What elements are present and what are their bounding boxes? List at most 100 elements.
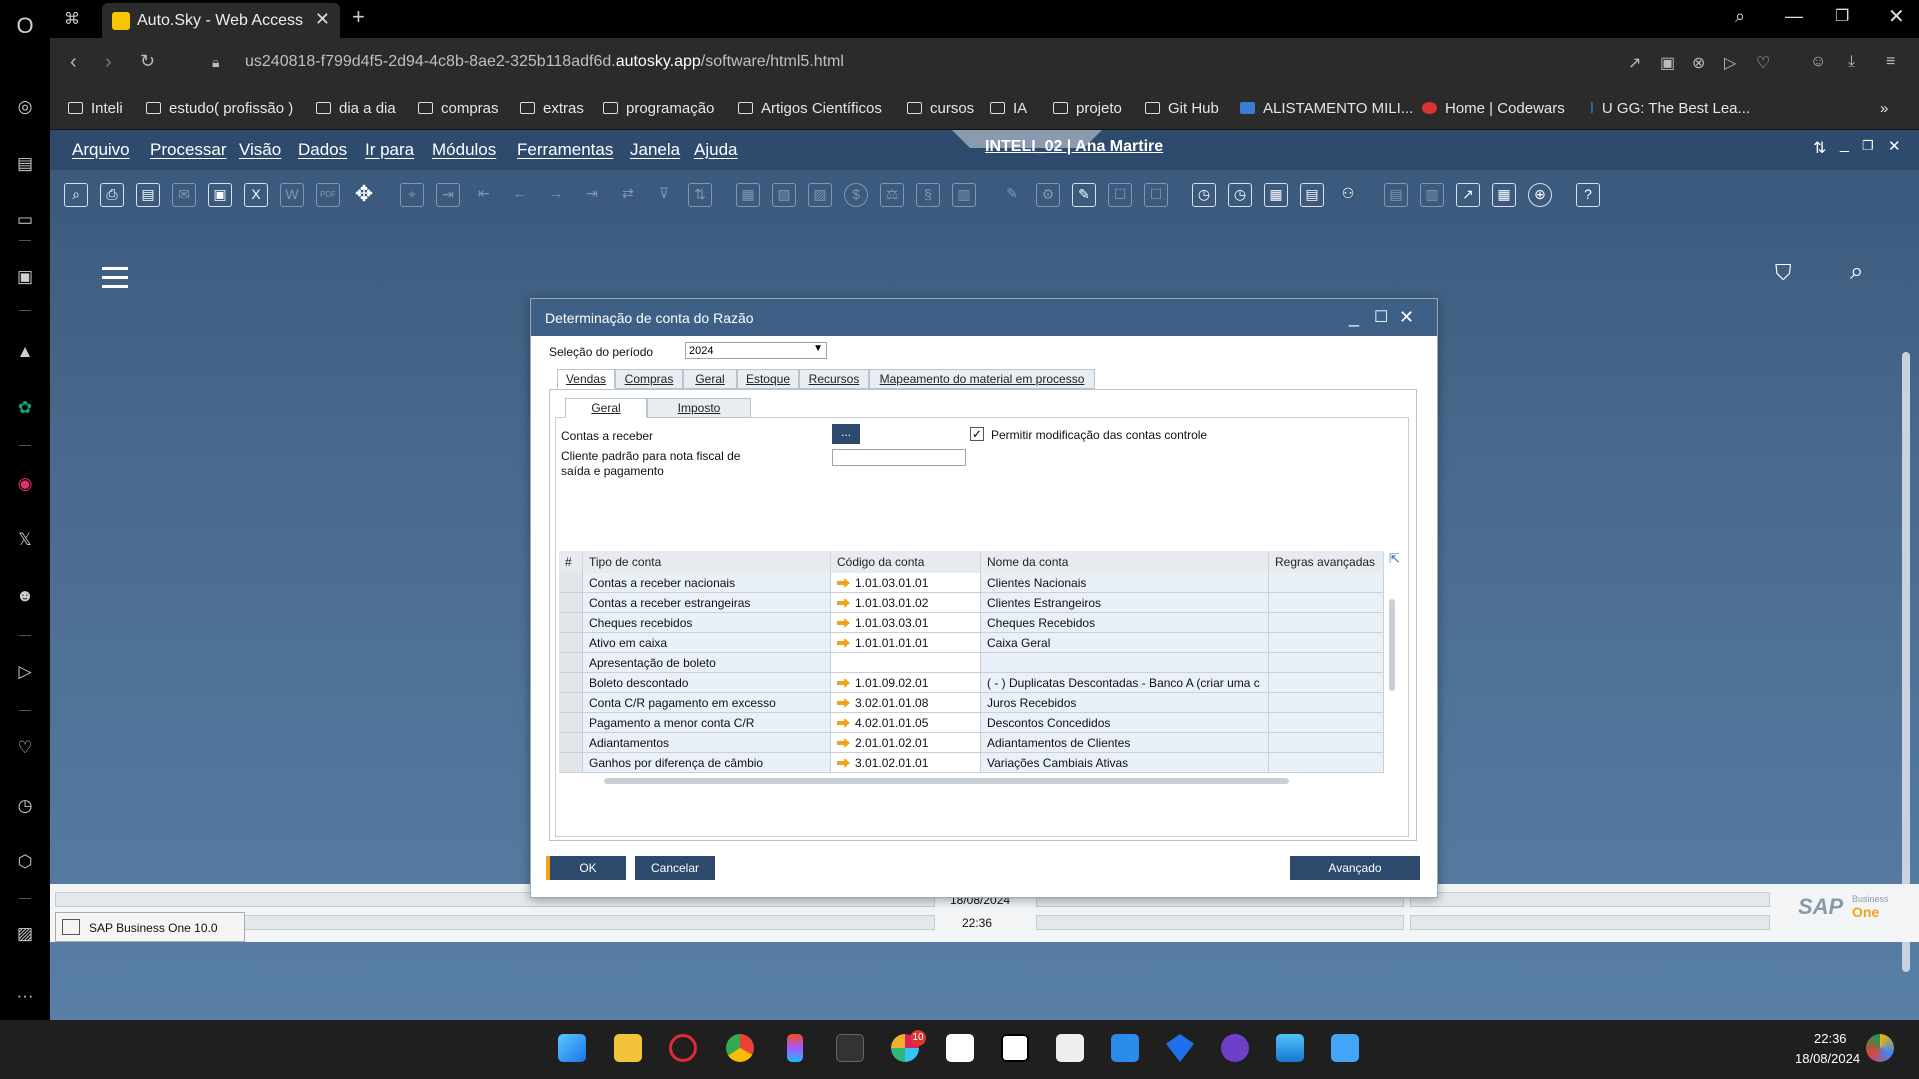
chrome-icon[interactable] (726, 1034, 754, 1062)
subtab-imposto[interactable]: Imposto (647, 398, 751, 418)
close-window-icon[interactable]: ✕ (1888, 4, 1905, 29)
cell-regras[interactable] (1269, 693, 1384, 713)
menu-visao[interactable]: Visão (239, 140, 281, 160)
payment-icon[interactable]: $ (844, 183, 868, 207)
table-row[interactable]: Ganhos por diferença de câmbio 3.01.02.01… (559, 753, 1384, 773)
search-tabs-icon[interactable]: ⌕ (1735, 6, 1745, 27)
speed-dial-icon[interactable]: ◎ (13, 95, 37, 119)
calendar-icon[interactable]: ◷ (1228, 183, 1252, 207)
favorite-icon[interactable]: ♡ (1756, 53, 1770, 73)
col-header-codigo[interactable]: Código da conta (831, 551, 981, 573)
last-record-icon[interactable]: ⇥ (580, 183, 604, 207)
menu-ferramentas[interactable]: Ferramentas (517, 140, 613, 160)
form-settings-icon[interactable]: ✎ (1072, 183, 1096, 207)
bookmark-item[interactable]: projeto (1053, 100, 1122, 117)
query-icon[interactable]: ◷ (1192, 183, 1216, 207)
table-horizontal-scrollbar[interactable] (604, 778, 1289, 784)
cell-regras[interactable] (1269, 573, 1384, 593)
window-icon[interactable]: ▥ (1420, 183, 1444, 207)
browser-tab[interactable]: Auto.Sky - Web Access ✕ (102, 3, 340, 38)
link-arrow-icon[interactable] (837, 578, 850, 588)
github-icon[interactable] (1221, 1034, 1249, 1062)
aria-icon[interactable]: ▲ (13, 340, 37, 364)
notion-icon[interactable] (1001, 1034, 1029, 1062)
subtab-geral[interactable]: Geral (565, 398, 647, 418)
bookmark-item[interactable]: estudo( profissão ) (146, 100, 293, 117)
windows-start-icon[interactable] (558, 1034, 586, 1062)
table-row[interactable]: Ativo em caixa 1.01.01.01.01 Caixa Geral (559, 633, 1384, 653)
cockpit-icon[interactable]: ⛉ (1775, 260, 1792, 286)
chatgpt-icon[interactable]: ✿ (13, 396, 37, 420)
email-icon[interactable]: ✉ (172, 183, 196, 207)
calendar-app-icon[interactable] (946, 1034, 974, 1062)
tab-estoque[interactable]: Estoque (737, 369, 799, 389)
twitch-icon[interactable]: ▭ (13, 208, 37, 232)
menu-processar[interactable]: Processar (150, 140, 227, 160)
link-arrow-icon[interactable] (837, 758, 850, 768)
transaction-icon[interactable]: ▥ (952, 183, 976, 207)
instagram-icon[interactable]: ◉ (13, 472, 37, 496)
ok-button[interactable]: OK (546, 856, 626, 880)
via-icon[interactable] (1056, 1034, 1084, 1062)
find-icon[interactable]: ⌖ (400, 183, 424, 207)
menu-dados[interactable]: Dados (298, 140, 347, 160)
col-header-tipo[interactable]: Tipo de conta (583, 551, 831, 573)
refresh-icon[interactable]: ⇄ (616, 183, 640, 207)
dialog-close-icon[interactable]: ✕ (1399, 307, 1414, 328)
col-header-regras[interactable]: Regras avançadas (1269, 551, 1384, 573)
tab-vendas[interactable]: Vendas (557, 369, 615, 389)
reload-icon[interactable]: ↻ (140, 51, 155, 72)
share-icon[interactable]: ↗ (1628, 53, 1641, 73)
link-arrow-icon[interactable] (837, 738, 850, 748)
opera-logo-icon[interactable]: O (13, 14, 37, 38)
menu-arquivo[interactable]: Arquivo (72, 140, 130, 160)
export-icon[interactable]: ↗ (1456, 183, 1480, 207)
global-search-icon[interactable]: ⌕ (1850, 258, 1863, 286)
bookmark-item[interactable]: cursos (907, 100, 974, 117)
adblock-icon[interactable]: ⊗ (1692, 53, 1705, 73)
figma-icon[interactable] (787, 1034, 803, 1062)
send-icon[interactable]: ▷ (1724, 53, 1736, 73)
url-field[interactable]: us240818-f799d4f5-2d94-4c8b-8ae2-325b118… (245, 53, 844, 71)
table-row[interactable]: Boleto descontado 1.01.09.02.01( - ) Dupl… (559, 673, 1384, 693)
cell-codigo[interactable]: 1.01.01.01.01 (831, 633, 981, 653)
first-record-icon[interactable]: ⇤ (472, 183, 496, 207)
approval-icon[interactable]: ▤ (1384, 183, 1408, 207)
bookmark-item[interactable]: extras (520, 100, 584, 117)
table-row[interactable]: Contas a receber estrangeiras 1.01.03.01.… (559, 593, 1384, 613)
minimize-window-icon[interactable]: — (1785, 6, 1803, 27)
word-icon[interactable]: W (280, 183, 304, 207)
vpn-icon[interactable] (1166, 1034, 1194, 1062)
bookmark-item[interactable]: Inteli (68, 100, 123, 117)
copilot-icon[interactable] (1866, 1034, 1894, 1062)
period-select[interactable]: 2024 ▼ (685, 342, 827, 359)
cell-regras[interactable] (1269, 713, 1384, 733)
bookmark-item[interactable]: Git Hub (1145, 100, 1219, 117)
help-icon[interactable]: ? (1576, 183, 1600, 207)
workspace-icon[interactable]: ▤ (13, 152, 37, 176)
discord-icon[interactable]: ☻ (13, 584, 37, 608)
table-row[interactable]: Contas a receber nacionais 1.01.03.01.01 C… (559, 573, 1384, 593)
table-row[interactable]: Cheques recebidos 1.01.03.03.01 Cheques Re… (559, 613, 1384, 633)
bookmark-item[interactable]: Artigos Científicos (738, 100, 882, 117)
notepad-icon[interactable] (1331, 1034, 1359, 1062)
gallery-icon[interactable]: ▨ (13, 922, 37, 946)
col-header-nome[interactable]: Nome da conta (981, 551, 1269, 573)
journal-icon[interactable]: § (916, 183, 940, 207)
cell-codigo[interactable]: 1.01.03.01.01 (831, 573, 981, 593)
excel-icon[interactable]: X (244, 183, 268, 207)
menu-ir-para[interactable]: Ir para (365, 140, 414, 160)
file-explorer-icon[interactable] (614, 1034, 642, 1062)
calculator-icon[interactable]: ▦ (1264, 183, 1288, 207)
layout-icon[interactable]: ▣ (208, 183, 232, 207)
advanced-button[interactable]: Avançado (1290, 856, 1420, 880)
table-row[interactable]: Apresentação de boleto (559, 653, 1384, 673)
forward-icon[interactable]: › (105, 51, 112, 74)
vscode-icon[interactable] (1111, 1034, 1139, 1062)
cell-regras[interactable] (1269, 733, 1384, 753)
link-arrow-icon[interactable] (837, 718, 850, 728)
link-arrow-icon[interactable] (837, 638, 850, 648)
x-icon[interactable]: 𝕏 (13, 528, 37, 552)
bookmark-item[interactable]: programação (603, 100, 714, 117)
user-icon[interactable]: ⚇ (1336, 183, 1360, 207)
